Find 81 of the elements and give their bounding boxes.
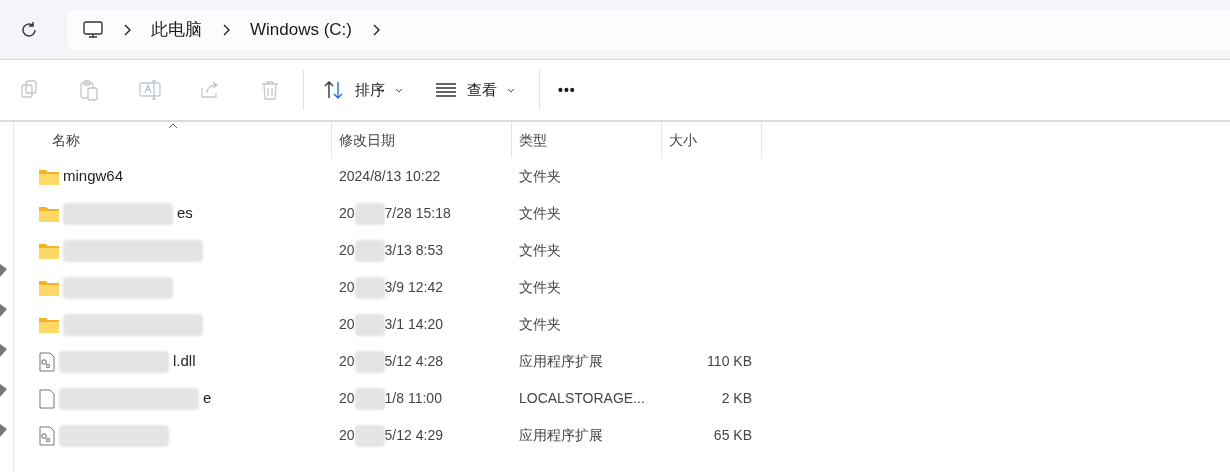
type-text: 文件夹 (519, 279, 561, 295)
address-bar[interactable]: 此电脑 Windows (C:) (67, 9, 1230, 50)
delete-icon (259, 79, 281, 101)
type-text: 文件夹 (519, 168, 561, 184)
redaction-blur (354, 424, 385, 447)
date-text: 20 (339, 315, 355, 334)
file-row[interactable]: mingw64 2024/8/13 10:22 文件夹 (14, 158, 1230, 195)
type-text: LOCALSTORAGE... (519, 390, 645, 406)
column-header[interactable]: 大小 (662, 122, 762, 158)
type-text: 文件夹 (519, 205, 561, 221)
more-button[interactable]: ••• (540, 70, 594, 110)
file-name: l.dll (173, 351, 196, 372)
gear-file-icon (39, 351, 55, 372)
computer-icon (83, 20, 103, 39)
file-name: mingw64 (63, 166, 124, 187)
date-text: 20 (339, 352, 355, 371)
folder-icon (39, 168, 59, 185)
folder-icon (39, 205, 59, 222)
type-text: 文件夹 (519, 242, 561, 258)
date-text: 2024/8/13 10:22 (339, 167, 441, 186)
type-text: 应用程序扩展 (519, 353, 603, 369)
date-text: 3/9 12:42 (384, 278, 443, 297)
redaction-blur (354, 313, 385, 336)
chevron-right-icon (123, 23, 131, 36)
redaction-blur (354, 202, 385, 225)
pin-icon (0, 384, 7, 397)
file-row[interactable]: l.dll 20 5/12 4:28 应用程序扩展 110 KB (14, 343, 1230, 380)
redaction-blur (354, 387, 385, 410)
date-text: 20 (339, 241, 355, 260)
column-header[interactable]: 名称 (14, 122, 332, 158)
file-icon (39, 388, 55, 409)
size-text: 65 KB (713, 426, 752, 445)
paste-icon (79, 79, 101, 101)
rename-icon (139, 79, 161, 101)
file-name: es (177, 203, 193, 224)
file-row[interactable]: 20 3/9 12:42 文件夹 (14, 269, 1230, 306)
refresh-icon (20, 20, 38, 39)
size-text: 110 KB (707, 352, 752, 371)
pin-icon (0, 264, 7, 277)
pin-icon (0, 304, 7, 317)
date-text: 20 (339, 426, 355, 445)
folder-icon (39, 242, 59, 259)
chevron-right-icon (372, 23, 380, 36)
date-text: 20 (339, 389, 355, 408)
folder-icon (39, 279, 59, 296)
date-text: 5/12 4:28 (384, 352, 443, 371)
redaction-blur (354, 239, 385, 262)
view-button[interactable]: 查看 (421, 70, 529, 110)
redaction-blur (354, 276, 385, 299)
file-row[interactable]: es 20 7/28 15:18 文件夹 (14, 195, 1230, 232)
date-text: 20 (339, 204, 355, 223)
date-text: 3/1 14:20 (384, 315, 443, 334)
redaction-blur (354, 350, 385, 373)
pin-icon (0, 424, 7, 437)
column-header[interactable]: 修改日期 (332, 122, 512, 158)
sort-icon (323, 80, 345, 100)
file-row[interactable]: 20 3/13 8:53 文件夹 (14, 232, 1230, 269)
date-text: 5/12 4:29 (384, 426, 443, 445)
breadcrumb-item[interactable]: 此电脑 (151, 16, 202, 43)
type-text: 应用程序扩展 (519, 427, 603, 443)
gear-file-icon (39, 425, 55, 446)
file-row[interactable]: e 20 1/8 11:00 LOCALSTORAGE... 2 KB (14, 380, 1230, 417)
date-text: 1/8 11:00 (384, 389, 442, 408)
folder-icon (39, 316, 59, 333)
sort-button[interactable]: 排序 (307, 70, 419, 110)
list-view-icon (435, 83, 457, 97)
file-row[interactable]: 20 5/12 4:29 应用程序扩展 65 KB (14, 417, 1230, 454)
file-name: e (203, 388, 212, 409)
type-text: 文件夹 (519, 316, 561, 332)
chevron-right-icon (222, 23, 230, 36)
breadcrumb-item[interactable]: Windows (C:) (250, 16, 352, 43)
file-row[interactable]: 20 3/1 14:20 文件夹 (14, 306, 1230, 343)
sort-up-icon (167, 123, 178, 129)
date-text: 20 (339, 278, 355, 297)
column-header[interactable]: 类型 (512, 122, 662, 158)
caret-icon (395, 87, 403, 93)
caret-icon (507, 87, 515, 93)
pin-icon (0, 344, 7, 357)
date-text: 3/13 8:53 (384, 241, 443, 260)
date-text: 7/28 15:18 (384, 204, 451, 223)
size-text: 2 KB (721, 389, 752, 408)
